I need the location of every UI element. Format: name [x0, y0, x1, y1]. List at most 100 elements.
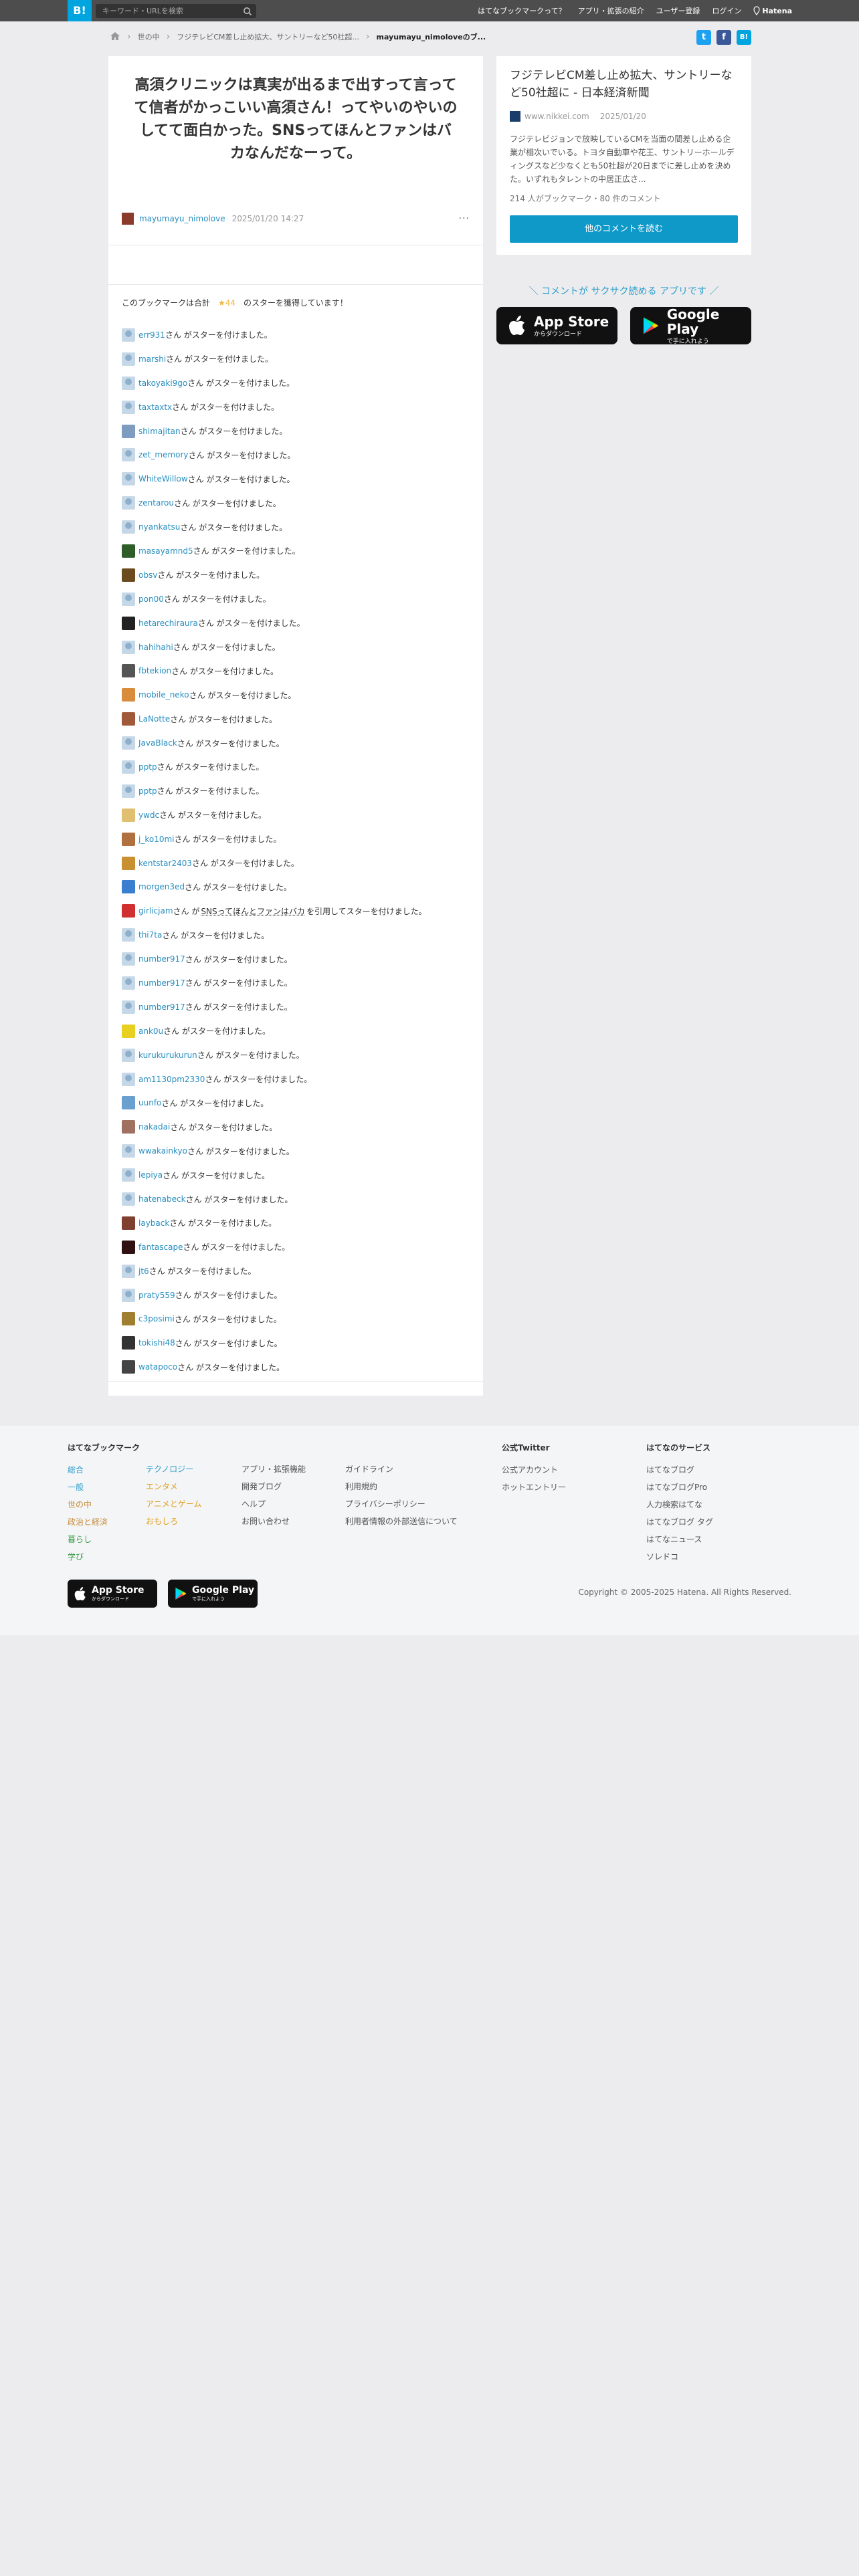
footer-link[interactable]: はてなブログPro: [646, 1479, 713, 1496]
footer-link[interactable]: アプリ・拡張機能: [242, 1461, 306, 1478]
star-user-name[interactable]: LaNotte: [138, 714, 170, 724]
star-user-name[interactable]: c3posimi: [138, 1314, 175, 1323]
facebook-share-icon[interactable]: f: [717, 30, 731, 45]
star-user-name[interactable]: hetarechiraura: [138, 619, 198, 628]
avatar[interactable]: [122, 496, 135, 510]
search-input[interactable]: [96, 4, 236, 18]
footer-link[interactable]: ホットエントリー: [502, 1479, 566, 1496]
entry-title[interactable]: フジテレビCM差し止め拡大、サントリーなど50社超に - 日本経済新聞: [510, 67, 738, 102]
star-user-name[interactable]: number917: [138, 954, 185, 964]
avatar[interactable]: [122, 760, 135, 774]
footer-link[interactable]: 政治と経済: [68, 1513, 140, 1531]
avatar[interactable]: [122, 736, 135, 750]
star-user-name[interactable]: pptp: [138, 786, 157, 796]
star-user-name[interactable]: taxtaxtx: [138, 403, 172, 412]
avatar[interactable]: [122, 808, 135, 822]
avatar[interactable]: [122, 1336, 135, 1350]
star-user-name[interactable]: lepiya: [138, 1170, 163, 1180]
star-user-name[interactable]: zet_memory: [138, 450, 189, 459]
comment-date[interactable]: 2025/01/20 14:27: [232, 214, 304, 223]
avatar[interactable]: [122, 424, 135, 438]
footer-link[interactable]: おもしろ: [146, 1513, 201, 1530]
footer-link[interactable]: テクノロジー: [146, 1461, 201, 1478]
star-user-name[interactable]: masayamnd5: [138, 546, 193, 556]
avatar[interactable]: [122, 1048, 135, 1062]
footer-link[interactable]: プライバシーポリシー: [345, 1495, 458, 1513]
avatar[interactable]: [122, 976, 135, 990]
footer-link[interactable]: お問い合わせ: [242, 1513, 306, 1530]
star-user-name[interactable]: am1130pm2330: [138, 1075, 205, 1084]
avatar[interactable]: [122, 544, 135, 558]
twitter-share-icon[interactable]: t: [696, 30, 711, 45]
avatar[interactable]: [122, 856, 135, 870]
star-user-name[interactable]: mobile_neko: [138, 690, 189, 700]
star-user-name[interactable]: WhiteWillow: [138, 474, 188, 484]
avatar[interactable]: [122, 880, 135, 894]
avatar[interactable]: [122, 376, 135, 390]
avatar[interactable]: [122, 352, 135, 366]
star-user-name[interactable]: fbtekion: [138, 666, 171, 675]
avatar[interactable]: [122, 952, 135, 966]
footer-link[interactable]: 人力検索はてな: [646, 1496, 713, 1513]
avatar[interactable]: [122, 1192, 135, 1206]
star-user-name[interactable]: jt6: [138, 1267, 149, 1276]
search-icon[interactable]: [243, 6, 252, 19]
star-user-name[interactable]: obsv: [138, 570, 157, 580]
entry-stats[interactable]: 214 人がブックマーク・80 件のコメント: [510, 193, 738, 204]
entry-domain[interactable]: www.nikkei.com: [524, 112, 589, 121]
avatar[interactable]: [122, 1024, 135, 1038]
avatar[interactable]: [122, 640, 135, 654]
star-user-name[interactable]: JavaBlack: [138, 738, 177, 748]
star-user-name[interactable]: praty559: [138, 1291, 175, 1300]
footer-link[interactable]: ヘルプ: [242, 1495, 306, 1513]
avatar[interactable]: [122, 1096, 135, 1110]
avatar[interactable]: [122, 1360, 135, 1374]
avatar[interactable]: [122, 904, 135, 918]
footer-link[interactable]: 総合: [68, 1461, 140, 1479]
footer-link[interactable]: はてなニュース: [646, 1531, 713, 1548]
footer-link[interactable]: はてなブログ タグ: [646, 1513, 713, 1531]
avatar[interactable]: [122, 472, 135, 486]
nav-apps[interactable]: アプリ・拡張の紹介: [578, 5, 644, 16]
star-user-name[interactable]: hahihahi: [138, 643, 173, 652]
bookmark-share-icon[interactable]: B!: [737, 30, 751, 45]
avatar[interactable]: [122, 1168, 135, 1182]
avatar[interactable]: [122, 1120, 135, 1134]
avatar[interactable]: [122, 448, 135, 462]
footer-link[interactable]: 利用規約: [345, 1478, 458, 1495]
read-more-comments-button[interactable]: 他のコメントを読む: [510, 215, 738, 243]
avatar[interactable]: [122, 1072, 135, 1086]
avatar[interactable]: [122, 1264, 135, 1278]
footer-link[interactable]: アニメとゲーム: [146, 1495, 201, 1513]
avatar[interactable]: [122, 928, 135, 942]
home-icon[interactable]: [110, 31, 120, 43]
hatena-bookmark-logo[interactable]: B!: [68, 0, 92, 21]
star-user-name[interactable]: j_ko10mi: [138, 835, 175, 844]
footer-link[interactable]: 暮らし: [68, 1531, 140, 1548]
comment-author[interactable]: mayumayu_nimolove: [139, 214, 225, 223]
footer-link[interactable]: 公式アカウント: [502, 1461, 566, 1479]
footer-link[interactable]: エンタメ: [146, 1478, 201, 1495]
star-user-name[interactable]: kurukurukurun: [138, 1051, 197, 1060]
avatar[interactable]: [122, 1000, 135, 1014]
star-user-name[interactable]: err931: [138, 330, 165, 340]
avatar[interactable]: [122, 568, 135, 582]
avatar[interactable]: [122, 688, 135, 702]
star-user-name[interactable]: thi7ta: [138, 930, 162, 940]
star-user-name[interactable]: uunfo: [138, 1098, 161, 1107]
star-user-name[interactable]: pon00: [138, 595, 164, 604]
footer-link[interactable]: 一般: [68, 1479, 140, 1496]
breadcrumb-entry[interactable]: フジテレビCM差し止め拡大、サントリーなど50社超...: [177, 31, 359, 42]
avatar[interactable]: [122, 1240, 135, 1254]
footer-link[interactable]: ガイドライン: [345, 1461, 458, 1478]
footer-link[interactable]: ソレドコ: [646, 1548, 713, 1566]
star-user-name[interactable]: nyankatsu: [138, 522, 180, 532]
avatar[interactable]: [122, 712, 135, 726]
avatar[interactable]: [122, 1288, 135, 1302]
star-user-name[interactable]: number917: [138, 978, 185, 988]
avatar[interactable]: [122, 1144, 135, 1158]
avatar[interactable]: [122, 520, 135, 534]
breadcrumb-category[interactable]: 世の中: [138, 31, 160, 42]
app-store-button[interactable]: App Store からダウンロード: [496, 307, 617, 344]
star-user-name[interactable]: girlicjam: [138, 906, 173, 916]
